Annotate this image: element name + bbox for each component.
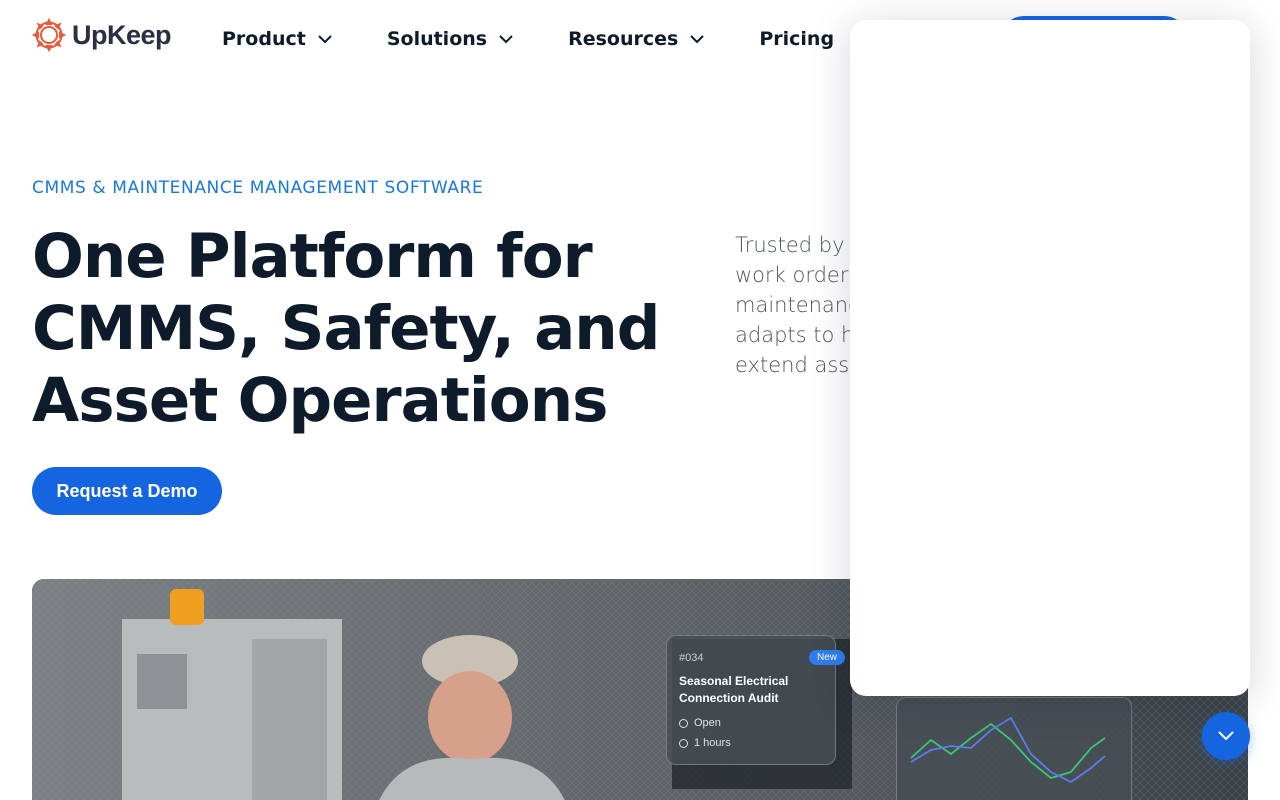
nav-product[interactable]: Product bbox=[222, 28, 332, 50]
chevron-down-icon bbox=[499, 34, 513, 44]
open-status-icon bbox=[679, 718, 688, 728]
work-order-status: Open bbox=[694, 717, 721, 729]
description-line: extend asse bbox=[735, 353, 853, 377]
hero-eyebrow: CMMS & MAINTENANCE MANAGEMENT SOFTWARE bbox=[32, 178, 484, 198]
main-nav: Product Solutions Resources Pricing bbox=[222, 28, 834, 50]
new-badge: New bbox=[808, 650, 845, 665]
headline-line: Asset Operations bbox=[32, 365, 608, 436]
gear-logo-icon bbox=[32, 18, 66, 52]
hero-description: Trusted by 4 work orders, maintenanc ada… bbox=[735, 230, 853, 380]
chat-toggle-button[interactable] bbox=[1202, 712, 1250, 760]
description-line: maintenanc bbox=[735, 293, 853, 317]
nav-resources[interactable]: Resources bbox=[568, 28, 705, 50]
work-order-title-line: Seasonal Electrical bbox=[679, 674, 789, 688]
work-order-duration: 1 hours bbox=[694, 737, 731, 749]
work-order-title-line: Connection Audit bbox=[679, 691, 779, 705]
headline-line: CMMS, Safety, and bbox=[32, 293, 660, 364]
hero-headline: One Platform for CMMS, Safety, and Asset… bbox=[32, 221, 672, 437]
chat-widget-panel bbox=[850, 20, 1250, 696]
chevron-down-icon bbox=[318, 34, 332, 44]
trend-lines bbox=[910, 716, 1106, 784]
nav-solutions[interactable]: Solutions bbox=[387, 28, 513, 50]
headline-line: One Platform for bbox=[32, 221, 593, 292]
description-line: work orders, bbox=[735, 263, 853, 287]
description-line: adapts to h bbox=[735, 323, 853, 347]
clock-icon bbox=[679, 738, 688, 748]
work-order-id: #034 bbox=[679, 651, 704, 664]
nav-product-label: Product bbox=[222, 28, 306, 50]
request-demo-button[interactable]: Request a Demo bbox=[32, 467, 222, 515]
description-line: Trusted by 4 bbox=[735, 233, 853, 257]
nav-resources-label: Resources bbox=[568, 28, 679, 50]
brand-name: UpKeep bbox=[72, 19, 172, 50]
nav-solutions-label: Solutions bbox=[386, 28, 488, 50]
line-chart-card bbox=[896, 697, 1132, 800]
nav-pricing-label: Pricing bbox=[759, 28, 835, 50]
nav-pricing[interactable]: Pricing bbox=[759, 28, 834, 50]
upkeep-logo[interactable]: UpKeep bbox=[32, 18, 172, 52]
chevron-down-icon bbox=[1218, 731, 1234, 740]
work-order-card: #034 New Seasonal Electrical Connection … bbox=[666, 635, 845, 765]
chevron-down-icon bbox=[690, 34, 705, 44]
